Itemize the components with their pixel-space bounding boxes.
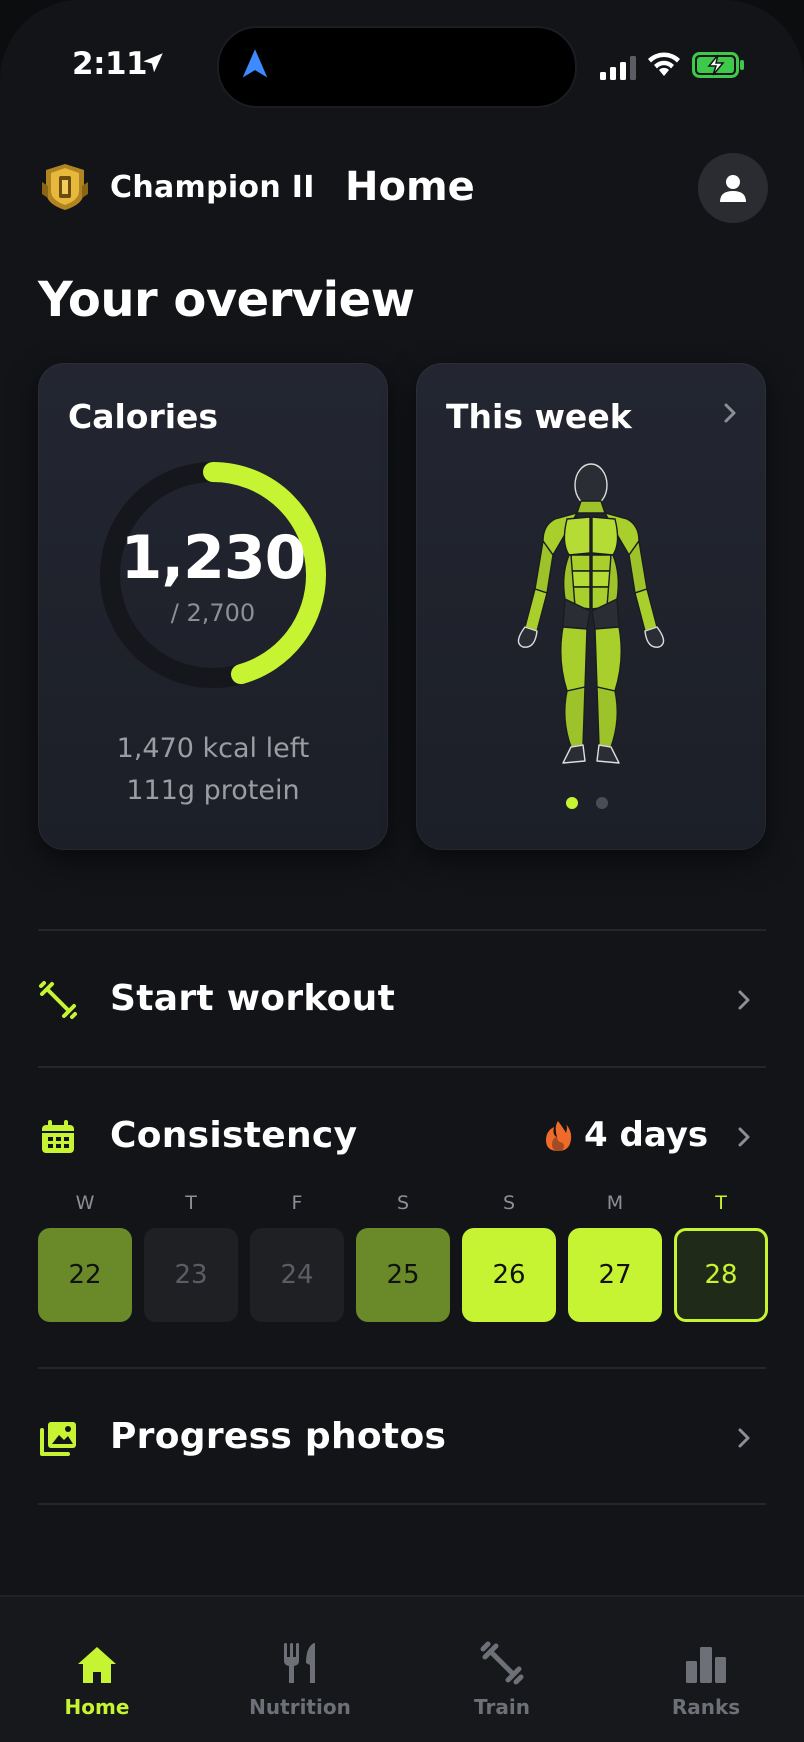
navigation-arrow-icon (242, 49, 268, 78)
streak-count: 4 days (584, 1115, 709, 1155)
start-workout-row[interactable]: Start workout (38, 960, 766, 1040)
day-letter: F (291, 1192, 303, 1214)
rank-name[interactable]: Champion II (110, 170, 315, 205)
page-dot-2[interactable] (596, 797, 608, 809)
fork-knife-icon (284, 1643, 315, 1683)
day-letter: S (396, 1192, 410, 1214)
start-workout-label: Start workout (110, 978, 396, 1019)
day-cell[interactable]: 26 (462, 1228, 556, 1322)
photo-gallery-icon (40, 1422, 76, 1456)
rank-badge-icon[interactable] (42, 162, 88, 212)
tab-ranks[interactable]: Ranks (636, 1637, 776, 1719)
day-cell[interactable]: 27 (568, 1228, 662, 1322)
status-bar: 2:11 (0, 0, 804, 130)
progress-photos-label: Progress photos (110, 1416, 447, 1457)
chevron-right-icon (724, 403, 736, 423)
chevron-right-icon (738, 1127, 750, 1147)
page-indicator[interactable] (566, 797, 608, 809)
tab-train[interactable]: Train (432, 1637, 572, 1719)
muscle-map-figure (517, 463, 665, 764)
day-letter: W (75, 1192, 95, 1214)
tab-bar: Home Nutrition Train Ranks (0, 1595, 804, 1742)
calories-left: 1,470 kcal left (116, 733, 310, 764)
overview-title: Your overview (38, 272, 415, 328)
home-icon (78, 1647, 116, 1683)
calendar-icon (42, 1120, 74, 1153)
app-header: Champion II Home (0, 150, 804, 230)
dynamic-island (217, 26, 577, 108)
tab-train-label: Train (474, 1695, 530, 1719)
calories-consumed: 1,230 (120, 523, 307, 593)
day-cell[interactable]: 23 (144, 1228, 238, 1322)
page-dot-1[interactable] (566, 797, 578, 809)
divider (38, 1367, 766, 1369)
chevron-right-icon (738, 1428, 750, 1448)
calories-card[interactable]: Calories 1,230 / 2,700 1,470 kcal left 1… (38, 363, 388, 850)
wifi-icon (648, 52, 680, 76)
this-week-card[interactable]: This week (416, 363, 766, 850)
location-arrow-icon (143, 53, 163, 73)
cellular-signal-icon (600, 56, 636, 80)
page-title: Home (345, 164, 475, 210)
this-week-title: This week (446, 397, 632, 436)
day-letter: T (185, 1192, 197, 1214)
tab-nutrition[interactable]: Nutrition (230, 1637, 370, 1719)
chevron-right-icon (738, 990, 750, 1010)
home-screen: 2:11 Champion II Home Your overview Calo… (0, 0, 804, 1742)
consistency-label: Consistency (110, 1115, 358, 1156)
tab-nutrition-label: Nutrition (249, 1695, 351, 1719)
progress-photos-row[interactable]: Progress photos (38, 1398, 766, 1478)
calories-goal: / 2,700 (170, 599, 256, 627)
day-cell[interactable]: 28 (674, 1228, 768, 1322)
day-cell[interactable]: 22 (38, 1228, 132, 1322)
protein-amount: 111g protein (126, 775, 300, 806)
divider (38, 1066, 766, 1068)
battery-charging-icon (692, 52, 744, 78)
calories-title: Calories (68, 397, 219, 436)
divider (38, 929, 766, 931)
user-icon (720, 175, 746, 202)
dumbbell-icon (480, 1641, 524, 1685)
status-time: 2:11 (72, 46, 148, 82)
day-cell[interactable]: 24 (250, 1228, 344, 1322)
tab-ranks-label: Ranks (671, 1695, 741, 1719)
day-letter: S (502, 1192, 516, 1214)
divider (38, 1503, 766, 1505)
bar-chart-icon (686, 1647, 726, 1683)
flame-icon (546, 1121, 572, 1151)
tab-home-label: Home (64, 1695, 130, 1719)
consistency-row[interactable]: Consistency 4 days (38, 1097, 766, 1177)
day-letter: M (606, 1192, 624, 1214)
profile-button[interactable] (698, 153, 768, 223)
tab-home[interactable]: Home (27, 1637, 167, 1719)
day-letter: T (715, 1192, 727, 1214)
day-cell[interactable]: 25 (356, 1228, 450, 1322)
dumbbell-icon (39, 981, 77, 1019)
